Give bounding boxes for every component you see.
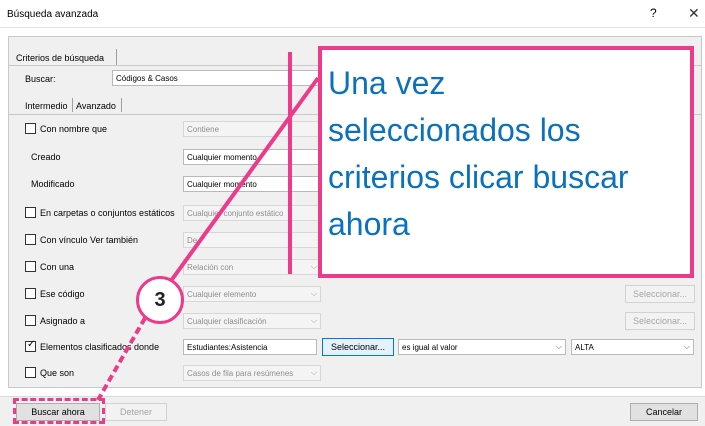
annotation-highlight-box [13,398,105,424]
callout-line-2: seleccionados los [328,112,581,148]
annotation-callout: Una vez seleccionados los criterios clic… [318,46,694,278]
callout-line-1: Una vez [328,65,446,101]
callout-line-3: criterios clicar buscar [328,159,629,195]
step-badge: 3 [136,276,184,324]
callout-line-4: ahora [328,206,410,242]
